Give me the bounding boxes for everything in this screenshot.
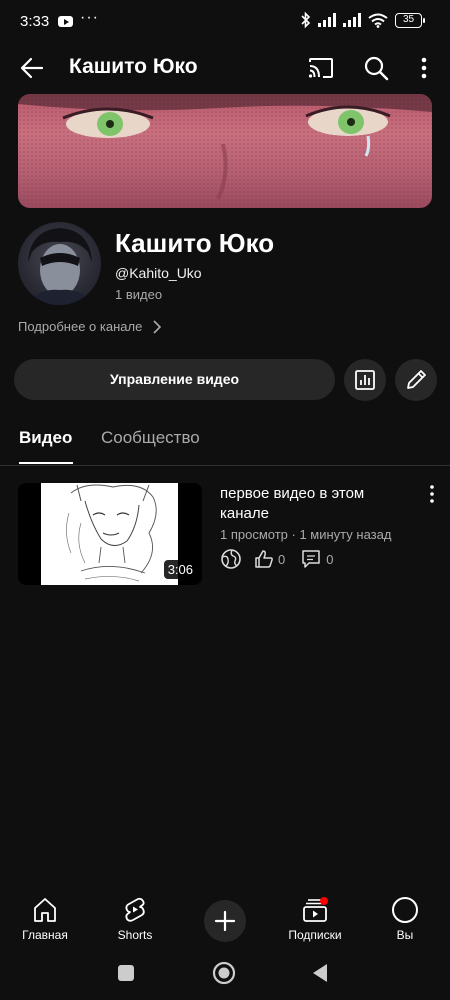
search-icon[interactable] xyxy=(361,54,391,82)
video-title[interactable]: первое видео в этом канале xyxy=(220,484,410,524)
tab-videos[interactable]: Видео xyxy=(19,428,72,448)
status-icons: 35 xyxy=(301,12,425,28)
signal-icon xyxy=(318,13,336,27)
wifi-icon xyxy=(368,13,388,28)
subscriptions-icon xyxy=(303,897,328,922)
channel-name: Кашито Юко xyxy=(115,228,275,258)
back-triangle-icon[interactable] xyxy=(311,963,329,983)
home-circle-icon[interactable] xyxy=(212,961,236,985)
sketch-art xyxy=(66,484,157,582)
nav-item-home[interactable]: Главная xyxy=(5,896,85,942)
status-time: 3:33 xyxy=(20,13,50,30)
video-meta: 1 просмотр · 1 минуту назад xyxy=(220,527,392,542)
comment-count: 0 xyxy=(326,551,334,567)
bottom-nav: Главная Shorts Подписки Вы xyxy=(0,888,450,948)
home-icon xyxy=(34,898,56,922)
analytics-icon xyxy=(355,370,375,390)
analytics-button[interactable] xyxy=(344,359,386,401)
nav-item-subscriptions[interactable]: Подписки xyxy=(275,896,355,942)
back-arrow-icon[interactable] xyxy=(16,54,48,82)
video-list-item[interactable]: 3:06 первое видео в этом канале 1 просмо… xyxy=(18,482,438,586)
like-icon xyxy=(255,550,273,568)
nav-label-you: Вы xyxy=(396,928,414,942)
tab-community[interactable]: Сообщество xyxy=(101,428,200,448)
recent-apps-icon[interactable] xyxy=(117,964,135,982)
banner-art xyxy=(18,94,432,208)
more-about-channel-link[interactable]: Подробнее о канале xyxy=(18,319,162,334)
more-about-label: Подробнее о канале xyxy=(18,319,143,334)
nav-item-you[interactable]: Вы xyxy=(365,896,445,942)
video-duration: 3:06 xyxy=(163,560,197,579)
system-nav-bar xyxy=(0,950,450,1000)
channel-tabs: Видео Сообщество xyxy=(0,420,450,466)
more-vert-icon[interactable] xyxy=(412,54,436,82)
shorts-icon xyxy=(125,897,145,922)
active-tab-indicator xyxy=(19,462,73,464)
bluetooth-icon xyxy=(301,12,311,28)
more-notifications-icon: ··· xyxy=(80,9,99,26)
chevron-right-icon xyxy=(153,319,162,334)
channel-banner xyxy=(18,94,432,208)
cast-icon[interactable] xyxy=(306,54,336,82)
globe-icon xyxy=(221,549,241,569)
create-icon xyxy=(214,910,236,932)
video-thumbnail[interactable]: 3:06 xyxy=(18,483,202,585)
avatar-art xyxy=(28,228,92,305)
thumbnail-sketch xyxy=(41,483,178,585)
status-bar: 3:33 ··· 35 xyxy=(0,0,450,44)
comment-icon xyxy=(302,550,320,568)
battery-indicator: 35 xyxy=(395,12,425,28)
nav-item-shorts[interactable]: Shorts xyxy=(95,896,175,942)
video-stats: 0 0 xyxy=(220,548,333,570)
pencil-icon xyxy=(407,370,426,389)
you-icon xyxy=(392,897,418,923)
like-count: 0 xyxy=(278,551,286,567)
nav-label-shorts: Shorts xyxy=(117,928,153,942)
edit-channel-button[interactable] xyxy=(395,359,437,401)
notification-dot xyxy=(320,897,328,905)
page-title: Кашито Юко xyxy=(69,55,198,78)
nav-label-subscriptions: Подписки xyxy=(288,928,342,942)
channel-avatar[interactable] xyxy=(18,222,101,305)
signal-icon-2 xyxy=(343,13,361,27)
channel-handle: @Kahito_Uko xyxy=(115,265,202,281)
create-button[interactable] xyxy=(204,900,246,942)
app-bar: Кашито Юко xyxy=(0,46,450,90)
nav-label-home: Главная xyxy=(22,928,68,942)
video-more-icon[interactable] xyxy=(422,482,442,506)
youtube-notification-icon xyxy=(58,16,73,27)
channel-video-count: 1 видео xyxy=(115,287,163,302)
manage-videos-button[interactable]: Управление видео xyxy=(14,359,335,400)
